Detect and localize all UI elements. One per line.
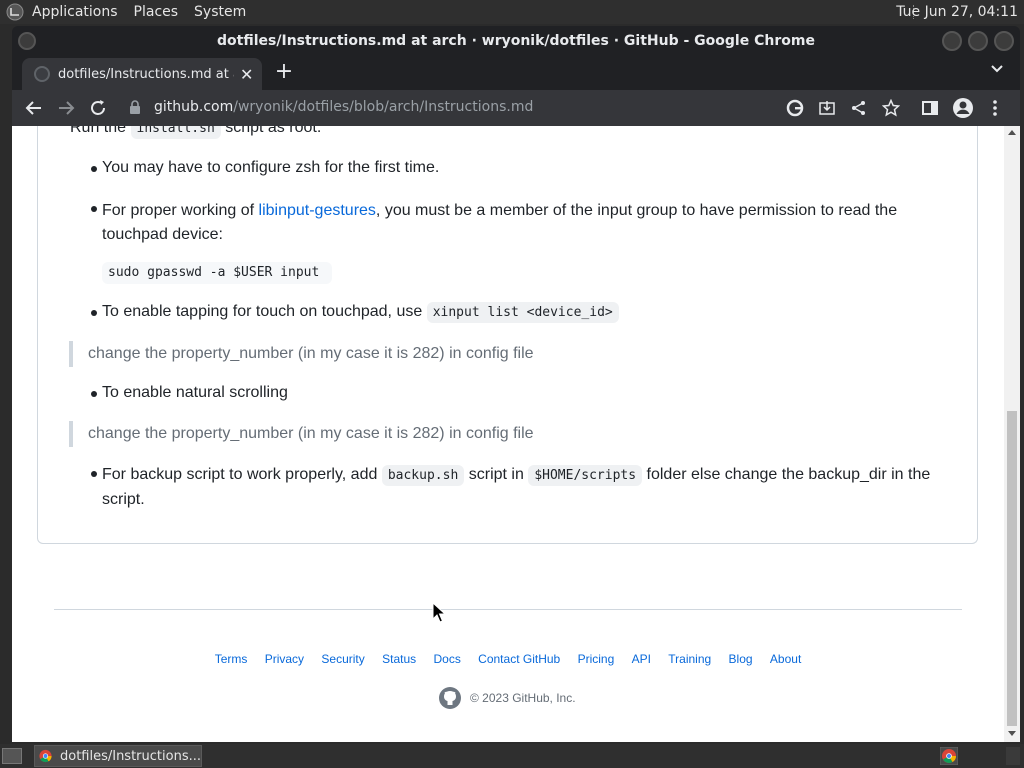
address-bar[interactable]: github.com/wryonik/dotfiles/blob/arch/In…: [124, 93, 1004, 123]
bookmark-star-icon[interactable]: [879, 96, 903, 120]
mint-logo-icon[interactable]: [6, 3, 24, 21]
scroll-down-arrow-icon[interactable]: [1008, 731, 1016, 736]
footer-link-pricing[interactable]: Pricing: [578, 652, 615, 666]
clock[interactable]: Tue Jun 27, 04:11: [896, 4, 1018, 20]
scroll-up-arrow-icon[interactable]: [1008, 130, 1016, 135]
close-tab-icon[interactable]: ✕: [240, 65, 253, 84]
side-panel-icon[interactable]: [918, 96, 942, 120]
footer-link-about[interactable]: About: [770, 652, 801, 666]
footer-link-training[interactable]: Training: [668, 652, 711, 666]
places-menu[interactable]: Places: [134, 4, 179, 20]
browser-window: dotfiles/Instructions.md at arch · wryon…: [12, 26, 1020, 742]
list-item-tapping: To enable tapping for touch on touchpad,…: [102, 302, 619, 323]
item2-pre-text: For proper working of: [102, 202, 255, 219]
url-host: github.com: [154, 99, 234, 115]
bullet: [91, 471, 97, 477]
footer-link-terms[interactable]: Terms: [215, 652, 248, 666]
item5-mid-text: script in: [468, 466, 524, 483]
github-favicon-icon: [34, 66, 50, 82]
window-title: dotfiles/Instructions.md at arch · wryon…: [217, 33, 815, 49]
item5-line2-text: script.: [102, 491, 145, 508]
footer-link-api[interactable]: API: [632, 652, 651, 666]
install-app-icon[interactable]: [815, 96, 839, 120]
page-viewport[interactable]: Run the install.sh script as root. You m…: [12, 126, 1004, 742]
footer-links: Terms Privacy Security Status Docs Conta…: [12, 652, 1004, 666]
libinput-gestures-link[interactable]: libinput-gestures: [259, 202, 376, 219]
minimize-button[interactable]: [942, 31, 962, 51]
taskbar-chrome-window[interactable]: dotfiles/Instructions...: [34, 745, 202, 767]
taskbar-task-label: dotfiles/Instructions...: [59, 748, 201, 764]
list-item-backup: For backup script to work properly, add …: [102, 463, 952, 512]
footer-link-blog[interactable]: Blog: [729, 652, 753, 666]
page-scrollbar[interactable]: [1004, 126, 1020, 742]
github-mark-icon[interactable]: [438, 686, 462, 710]
top-panel: Applications Places System Tue Jun 27, 0…: [0, 0, 1024, 24]
footer-link-status[interactable]: Status: [382, 652, 416, 666]
back-arrow-icon[interactable]: [22, 96, 46, 120]
chrome-icon: [39, 749, 52, 763]
window-menu-button[interactable]: [18, 32, 36, 50]
bullet: [91, 310, 97, 316]
google-lens-icon[interactable]: [783, 96, 807, 120]
item5-pre-text: For backup script to work properly, add: [102, 466, 378, 483]
tab-strip: dotfiles/Instructions.md at arch ✕ +: [12, 56, 1020, 90]
tab-search-chevron-icon[interactable]: [990, 62, 1004, 78]
footer-divider: [54, 609, 962, 610]
blockquote-property-2: change the property_number (in my case i…: [69, 421, 669, 447]
forward-arrow-icon[interactable]: [54, 96, 78, 120]
close-window-button[interactable]: [994, 31, 1014, 51]
applications-menu[interactable]: Applications: [32, 4, 118, 20]
item2-post-text: , you must be a member of the input grou…: [375, 202, 898, 219]
install-sh-code: install.sh: [130, 126, 221, 139]
footer-link-privacy[interactable]: Privacy: [265, 652, 304, 666]
run-suffix-text: script as root.: [225, 126, 322, 136]
maximize-button[interactable]: [968, 31, 988, 51]
new-tab-button[interactable]: +: [272, 60, 296, 84]
browser-tab[interactable]: dotfiles/Instructions.md at arch ✕: [22, 58, 262, 90]
run-prefix-text: Run the: [70, 126, 127, 136]
mouse-cursor-icon: [432, 602, 446, 623]
xinput-code: xinput list <device_id>: [426, 302, 619, 323]
share-icon[interactable]: [847, 96, 871, 120]
url-text: github.com/wryonik/dotfiles/blob/arch/In…: [154, 99, 533, 115]
show-desktop-icon[interactable]: [2, 748, 22, 764]
window-titlebar[interactable]: dotfiles/Instructions.md at arch · wryon…: [12, 26, 1020, 56]
copyright-text: © 2023 GitHub, Inc.: [470, 691, 576, 705]
footer-link-contact[interactable]: Contact GitHub: [478, 652, 560, 666]
bullet: [91, 206, 97, 212]
list-item-natural-scrolling: To enable natural scrolling: [102, 384, 288, 401]
item2-line2-text: touchpad device:: [102, 226, 223, 243]
home-scripts-code: $HOME/scripts: [528, 465, 643, 486]
list-item-zsh: You may have to configure zsh for the fi…: [102, 159, 440, 176]
kebab-menu-icon[interactable]: [983, 96, 1007, 120]
reload-icon[interactable]: [86, 96, 110, 120]
tab-title: dotfiles/Instructions.md at arch: [58, 66, 234, 82]
backup-sh-code: backup.sh: [381, 465, 465, 486]
run-instruction: Run the install.sh script as root.: [70, 126, 322, 139]
footer-copyright: © 2023 GitHub, Inc.: [438, 686, 576, 710]
tray-placeholder: [1006, 747, 1020, 765]
gpasswd-code-block: sudo gpasswd -a $USER input: [102, 262, 332, 284]
footer-link-docs[interactable]: Docs: [433, 652, 460, 666]
list-item-libinput: For proper working of libinput-gestures,…: [102, 199, 942, 247]
bullet: [91, 391, 97, 397]
item5-post-text: folder else change the backup_dir in the: [646, 466, 931, 483]
footer-link-security[interactable]: Security: [321, 652, 364, 666]
system-menu[interactable]: System: [194, 4, 246, 20]
item3-text: To enable tapping for touch on touchpad,…: [102, 303, 423, 320]
blockquote-property-1: change the property_number (in my case i…: [69, 341, 669, 367]
tray-chrome-icon[interactable]: [940, 747, 958, 765]
browser-toolbar: github.com/wryonik/dotfiles/blob/arch/In…: [12, 90, 1020, 126]
bullet: [91, 166, 97, 172]
bottom-taskbar: dotfiles/Instructions...: [0, 744, 1024, 768]
lock-icon[interactable]: [128, 99, 142, 115]
url-path: /wryonik/dotfiles/blob/arch/Instructions…: [233, 99, 534, 115]
profile-avatar-icon[interactable]: [951, 96, 975, 120]
scroll-thumb[interactable]: [1007, 411, 1017, 726]
